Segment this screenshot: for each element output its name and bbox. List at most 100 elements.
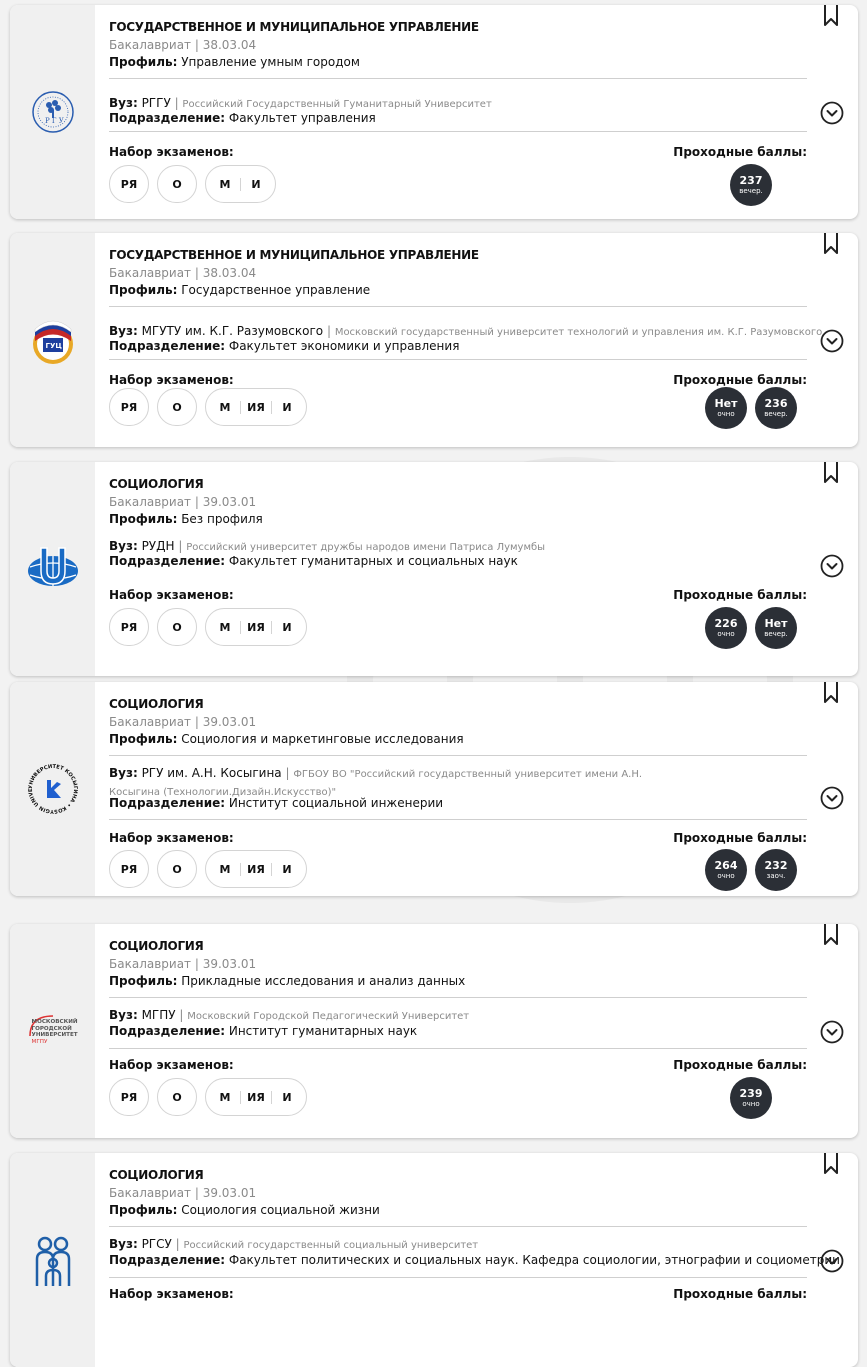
passing-scores: 239 очно xyxy=(730,1077,772,1119)
department-value: Факультет экономики и управления xyxy=(225,339,460,353)
department-label: Подразделение: xyxy=(109,111,226,125)
exam-option[interactable]: М xyxy=(210,401,240,414)
exam-choice-group[interactable]: М ИЯ И xyxy=(205,608,307,646)
department-label: Подразделение: xyxy=(109,1024,226,1038)
exam-choice-group[interactable]: М ИЯ И xyxy=(205,388,307,426)
program-card[interactable]: МОСКОВСКИЙ ГОРОДСКОЙ УНИВЕРСИТЕТ МГПУ СОЦИОЛ… xyxy=(10,924,858,1138)
department-value: Факультет управления xyxy=(225,111,376,125)
program-level: Бакалавриат | 39.03.01 xyxy=(109,715,257,729)
profile-value: Социология социальной жизни xyxy=(177,1203,380,1217)
exam-set: РЯ О М ИЯ И xyxy=(109,850,307,890)
vuz-short-name[interactable]: МГУТУ им. К.Г. Разумовского xyxy=(138,324,324,338)
score-value: 237 xyxy=(739,173,763,187)
exam-pill[interactable]: О xyxy=(157,165,197,203)
exam-option[interactable]: И xyxy=(240,177,271,191)
exam-option[interactable]: И xyxy=(271,1090,302,1104)
vuz-separator: | xyxy=(323,324,335,338)
chevron-down-icon[interactable] xyxy=(820,786,844,814)
exam-pill[interactable]: О xyxy=(157,1078,197,1116)
exam-option[interactable]: М xyxy=(210,621,240,634)
mgutu-logo-image: ГУЦ xyxy=(32,320,73,364)
exam-pill[interactable]: О xyxy=(157,608,197,646)
divider xyxy=(109,78,807,79)
exam-pill[interactable]: РЯ xyxy=(109,608,149,646)
vuz-short-name[interactable]: РУДН xyxy=(138,539,175,553)
bookmark-icon[interactable] xyxy=(823,924,839,950)
program-title[interactable]: ГОСУДАРСТВЕННОЕ И МУНИЦИПАЛЬНОЕ УПРАВЛЕН… xyxy=(109,248,479,262)
score-value: Нет xyxy=(764,616,788,630)
program-card[interactable]: ГУЦ ГОСУДАРСТВЕННОЕ И МУНИЦИПАЛЬНОЕ УПРАВ… xyxy=(10,233,858,447)
profile-label: Профиль: xyxy=(109,512,178,526)
vuz-short-name[interactable]: РГСУ xyxy=(138,1237,172,1251)
program-card[interactable]: СОЦИОЛОГИЯ Бакалавриат | 39.03.01 Профиль:… xyxy=(10,462,858,676)
program-profile: Профиль: Управление умным городом xyxy=(109,55,360,69)
bookmark-icon[interactable] xyxy=(823,233,839,259)
exam-option[interactable]: ИЯ xyxy=(240,862,271,876)
rgsu-logo xyxy=(10,1153,95,1367)
program-title[interactable]: ГОСУДАРСТВЕННОЕ И МУНИЦИПАЛЬНОЕ УПРАВЛЕН… xyxy=(109,20,479,34)
program-level: Бакалавриат | 39.03.01 xyxy=(109,957,257,971)
chevron-down-icon[interactable] xyxy=(820,554,844,582)
program-profile: Профиль: Социология и маркетинговые иссл… xyxy=(109,732,464,746)
exam-option[interactable]: ИЯ xyxy=(240,620,271,634)
exam-option[interactable]: И xyxy=(271,620,302,634)
exam-option[interactable]: М xyxy=(210,1091,240,1104)
divider xyxy=(109,1277,807,1278)
score-badge: 226 очно xyxy=(705,607,747,649)
exam-option[interactable]: И xyxy=(271,400,302,414)
exam-choice-group[interactable]: М ИЯ И xyxy=(205,1078,307,1116)
vuz-separator: | xyxy=(175,1008,188,1022)
scores-label: Проходные баллы: xyxy=(673,1287,807,1301)
exam-option[interactable]: ИЯ xyxy=(240,1090,271,1104)
program-title[interactable]: СОЦИОЛОГИЯ xyxy=(109,477,204,491)
rggu-logo-image: Р Г У xyxy=(31,91,74,133)
exam-pill[interactable]: О xyxy=(157,850,197,888)
bookmark-icon[interactable] xyxy=(823,462,839,488)
exam-pill[interactable]: О xyxy=(157,388,197,426)
program-card[interactable]: УНИВЕРСИТЕТ КОСЫГИНА • KOSYGIN UNIVERSIT… xyxy=(10,682,858,896)
score-value: 226 xyxy=(714,616,738,630)
exam-choice-group[interactable]: М ИЯ И xyxy=(205,850,307,888)
vuz-label: Вуз: xyxy=(109,1008,138,1022)
exam-option[interactable]: ИЯ xyxy=(240,400,271,414)
mgutu-logo: ГУЦ xyxy=(10,233,95,447)
exam-option[interactable]: М xyxy=(210,178,240,191)
exam-set: РЯ О М ИЯ И xyxy=(109,388,307,428)
chevron-down-icon[interactable] xyxy=(820,1249,844,1277)
exam-pill[interactable]: РЯ xyxy=(109,165,149,203)
vuz-short-name[interactable]: МГПУ xyxy=(138,1008,176,1022)
chevron-down-icon[interactable] xyxy=(820,101,844,129)
bookmark-icon[interactable] xyxy=(823,1153,839,1179)
program-card[interactable]: Р Г У ГОСУДАРСТВЕННОЕ И МУНИЦИПАЛЬНОЕ УПР… xyxy=(10,5,858,219)
vuz-label: Вуз: xyxy=(109,539,138,553)
score-badge: Нет очно xyxy=(705,387,747,429)
score-mode: вечер. xyxy=(739,186,763,195)
exam-choice-group[interactable]: МИ xyxy=(205,165,276,203)
vuz-short-name[interactable]: РГГУ xyxy=(138,96,171,110)
department-line: Подразделение: Институт гуманитарных нау… xyxy=(109,1024,417,1038)
program-title[interactable]: СОЦИОЛОГИЯ xyxy=(109,697,204,711)
scores-label: Проходные баллы: xyxy=(673,831,807,845)
vuz-short-name[interactable]: РГУ им. А.Н. Косыгина xyxy=(138,766,282,780)
exams-label: Набор экзаменов: xyxy=(109,1287,234,1301)
department-line: Подразделение: Институт социальной инжен… xyxy=(109,796,443,810)
exam-pill[interactable]: РЯ xyxy=(109,850,149,888)
divider xyxy=(109,755,807,756)
bookmark-icon[interactable] xyxy=(823,682,839,708)
exam-option[interactable]: М xyxy=(210,863,240,876)
logo-text-line: МОСКОВСКИЙ xyxy=(31,1019,78,1025)
profile-value: Без профиля xyxy=(177,512,263,526)
department-value: Факультет политических и социальных наук… xyxy=(225,1253,840,1267)
program-title[interactable]: СОЦИОЛОГИЯ xyxy=(109,939,204,953)
score-badge: 236 вечер. xyxy=(755,387,797,429)
score-value: 239 xyxy=(739,1086,763,1100)
exam-option[interactable]: И xyxy=(271,862,302,876)
profile-label: Профиль: xyxy=(109,55,178,69)
program-card[interactable]: СОЦИОЛОГИЯ Бакалавриат | 39.03.01 Профиль:… xyxy=(10,1153,858,1367)
chevron-down-icon[interactable] xyxy=(820,1020,844,1048)
chevron-down-icon[interactable] xyxy=(820,329,844,357)
exam-pill[interactable]: РЯ xyxy=(109,388,149,426)
exam-pill[interactable]: РЯ xyxy=(109,1078,149,1116)
bookmark-icon[interactable] xyxy=(823,5,839,31)
program-title[interactable]: СОЦИОЛОГИЯ xyxy=(109,1168,204,1182)
